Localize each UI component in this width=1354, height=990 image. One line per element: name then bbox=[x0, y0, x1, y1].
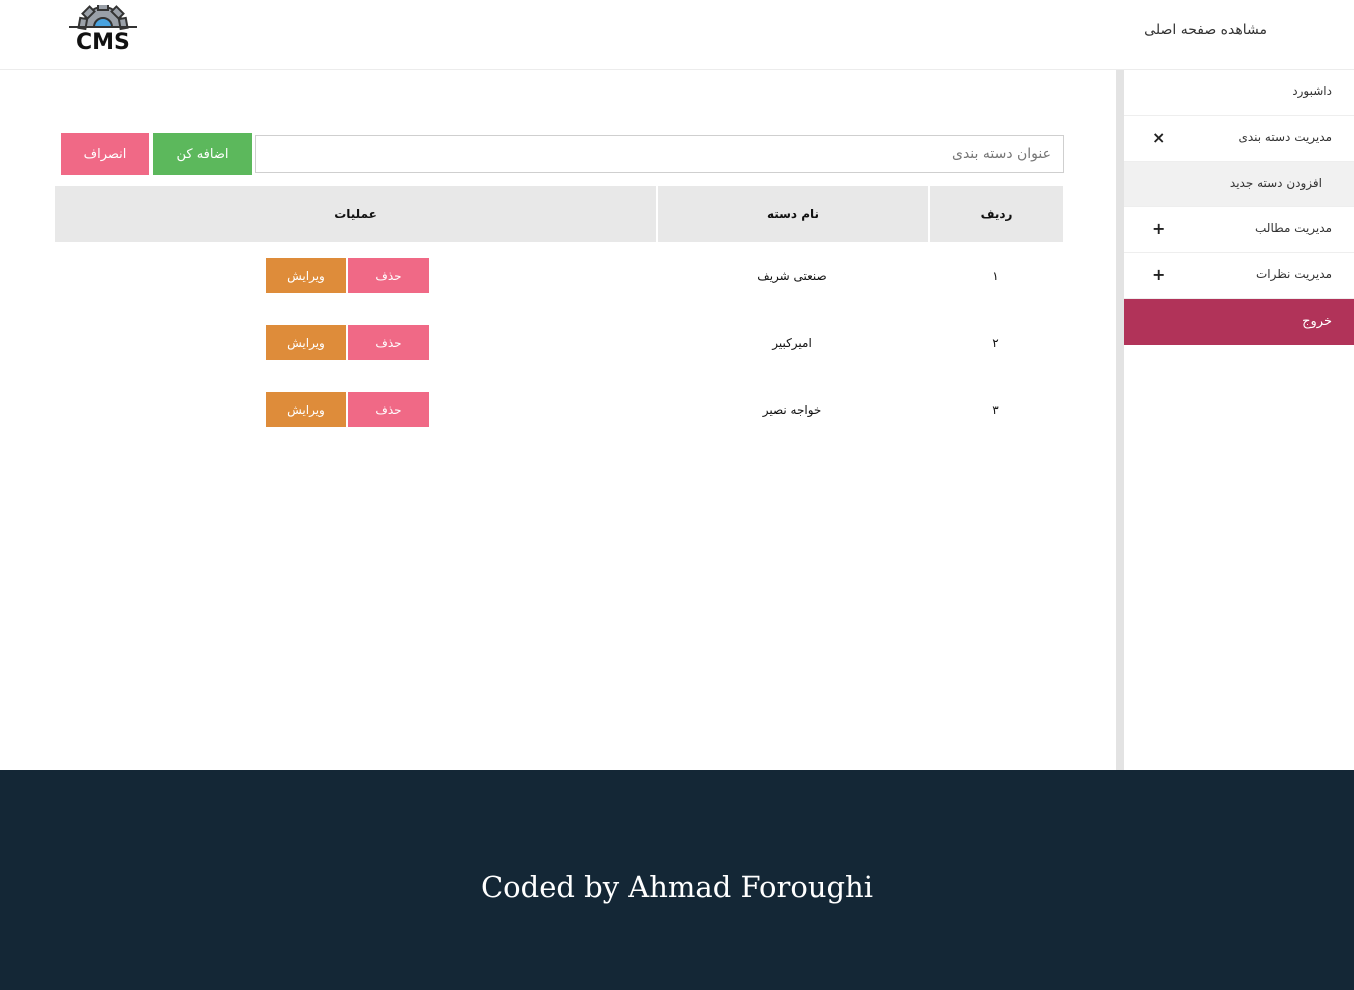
sidebar-item-label: افزودن دسته جدید bbox=[1229, 176, 1322, 190]
row-operations: حذف ویرایش bbox=[55, 258, 656, 293]
logo-text: CMS bbox=[76, 30, 130, 55]
delete-button[interactable]: حذف bbox=[348, 392, 429, 427]
sidebar: داشبورد مدیریت دسته بندی × افزودن دسته ج… bbox=[1116, 70, 1354, 770]
category-title-input[interactable] bbox=[255, 135, 1064, 173]
edit-button[interactable]: ویرایش bbox=[266, 325, 346, 360]
table-row: ۳ خواجه نصیر حذف ویرایش bbox=[55, 376, 1063, 443]
column-header-operations: عملیات bbox=[55, 186, 656, 242]
plus-icon[interactable]: + bbox=[1152, 219, 1165, 238]
delete-button[interactable]: حذف bbox=[348, 325, 429, 360]
sidebar-item-dashboard[interactable]: داشبورد bbox=[1124, 70, 1354, 116]
row-actions: حذف ویرایش bbox=[55, 392, 656, 427]
row-index: ۳ bbox=[992, 402, 999, 417]
sidebar-subitem-add-category[interactable]: افزودن دسته جدید bbox=[1124, 162, 1354, 207]
row-index: ۲ bbox=[992, 335, 999, 350]
column-header-name: نام دسته bbox=[656, 186, 928, 242]
table-row: ۱ صنعتی شریف حذف ویرایش bbox=[55, 242, 1063, 309]
row-index: ۱ bbox=[992, 268, 999, 283]
sidebar-item-category-management[interactable]: مدیریت دسته بندی × bbox=[1124, 116, 1354, 162]
footer-credit: Coded by Ahmad Foroughi bbox=[480, 870, 874, 904]
row-actions: حذف ویرایش bbox=[55, 258, 656, 293]
categories-table: ردیف نام دسته عملیات ۱ صنعتی شریف حذف وی… bbox=[55, 186, 1063, 443]
cms-logo[interactable]: CMS bbox=[67, 2, 139, 57]
category-name: خواجه نصیر bbox=[762, 402, 822, 417]
row-operations: حذف ویرایش bbox=[55, 325, 656, 360]
sidebar-item-posts-management[interactable]: مدیریت مطالب + bbox=[1124, 207, 1354, 253]
cancel-button[interactable]: انصراف bbox=[61, 133, 149, 175]
sidebar-item-label: مدیریت دسته بندی bbox=[1238, 130, 1332, 144]
row-actions: حذف ویرایش bbox=[55, 325, 656, 360]
footer: Coded by Ahmad Foroughi bbox=[0, 770, 1354, 990]
table-header: ردیف نام دسته عملیات bbox=[55, 186, 1063, 242]
column-header-row: ردیف bbox=[928, 186, 1063, 242]
sidebar-item-comments-management[interactable]: مدیریت نظرات + bbox=[1124, 253, 1354, 299]
table-row: ۲ امیرکبیر حذف ویرایش bbox=[55, 309, 1063, 376]
edit-button[interactable]: ویرایش bbox=[266, 392, 346, 427]
sidebar-item-label: مدیریت نظرات bbox=[1255, 267, 1332, 281]
close-icon[interactable]: × bbox=[1152, 128, 1165, 147]
edit-button[interactable]: ویرایش bbox=[266, 258, 346, 293]
category-name: امیرکبیر bbox=[772, 335, 812, 350]
sidebar-item-logout[interactable]: خروج bbox=[1124, 299, 1354, 345]
row-operations: حذف ویرایش bbox=[55, 392, 656, 427]
home-page-link[interactable]: مشاهده صفحه اصلی bbox=[1144, 22, 1267, 38]
add-category-form: اضافه کن انصراف bbox=[60, 133, 1064, 175]
top-header: CMS مشاهده صفحه اصلی bbox=[0, 0, 1354, 70]
delete-button[interactable]: حذف bbox=[348, 258, 429, 293]
sidebar-item-label: خروج bbox=[1302, 314, 1332, 329]
sidebar-item-label: مدیریت مطالب bbox=[1255, 221, 1332, 235]
add-button[interactable]: اضافه کن bbox=[153, 133, 252, 175]
plus-icon[interactable]: + bbox=[1152, 265, 1165, 284]
category-name: صنعتی شریف bbox=[757, 268, 827, 283]
sidebar-item-label: داشبورد bbox=[1292, 84, 1332, 98]
